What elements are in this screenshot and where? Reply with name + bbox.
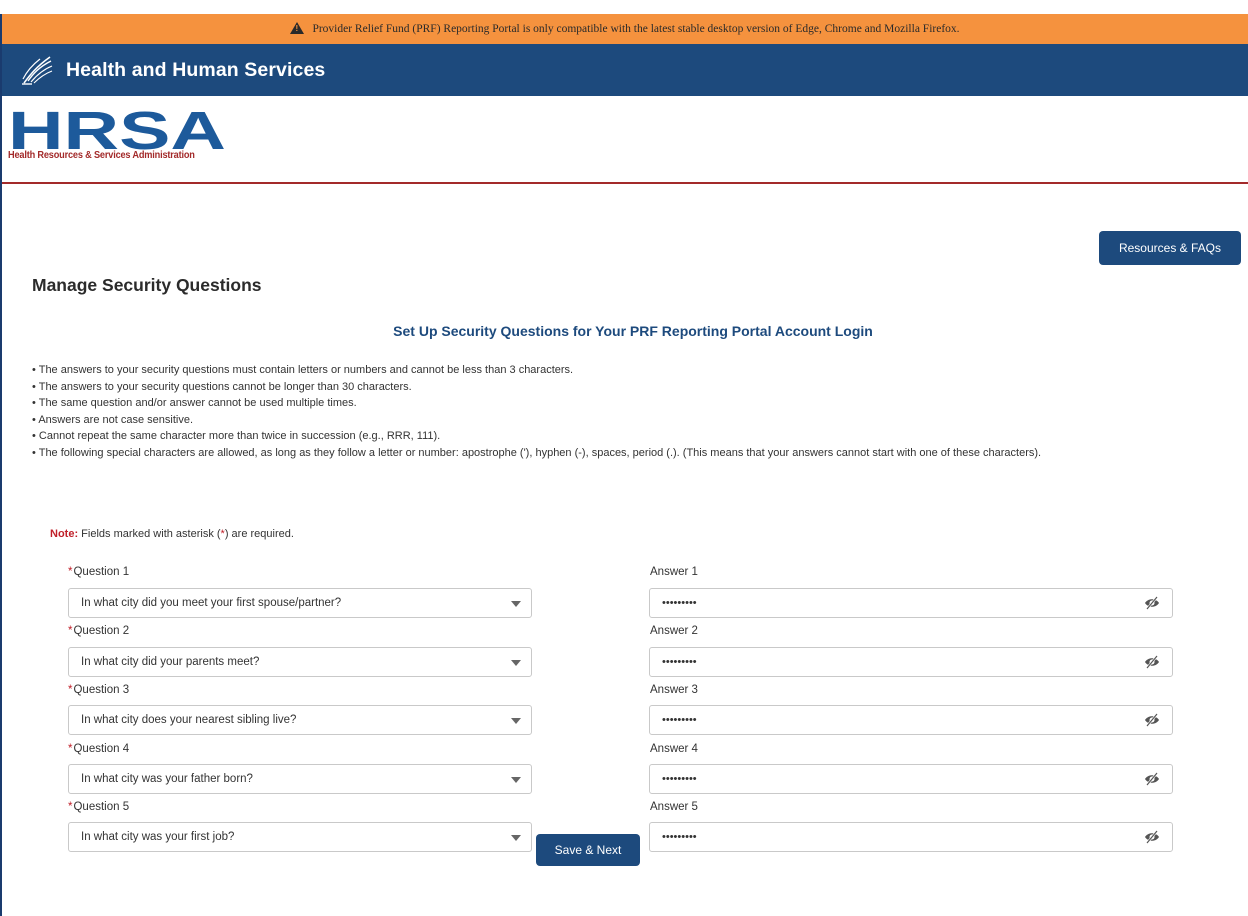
rule-item: The same question and/or answer cannot b… xyxy=(32,395,1212,412)
warning-triangle-icon xyxy=(290,22,305,34)
hrsa-header: HRSA Health Resources & Services Adminis… xyxy=(2,96,1248,184)
answer-1-value: ••••••••• xyxy=(662,597,697,609)
question-5-label: *Question 5 xyxy=(68,801,130,813)
answer-5-input[interactable]: ••••••••• xyxy=(649,822,1173,852)
required-marker: * xyxy=(68,743,73,755)
question-3-select[interactable]: In what city does your nearest sibling l… xyxy=(68,705,532,735)
answer-3-input[interactable]: ••••••••• xyxy=(649,705,1173,735)
hrsa-logo-text: HRSA xyxy=(8,106,226,152)
question-2-label: *Question 2 xyxy=(68,625,130,637)
answer-4-input[interactable]: ••••••••• xyxy=(649,764,1173,794)
hide-password-eye-icon[interactable] xyxy=(1144,596,1160,610)
rule-item: The answers to your security questions m… xyxy=(32,362,1212,379)
page-title: Manage Security Questions xyxy=(32,275,262,295)
answer-2-value: ••••••••• xyxy=(662,656,697,668)
hide-password-eye-icon[interactable] xyxy=(1144,655,1160,669)
hide-password-eye-icon[interactable] xyxy=(1144,713,1160,727)
question-4-label: *Question 4 xyxy=(68,743,130,755)
question-4-select[interactable]: In what city was your father born? xyxy=(68,764,532,794)
rule-item: The answers to your security questions c… xyxy=(32,379,1212,396)
question-5-select[interactable]: In what city was your first job? xyxy=(68,822,532,852)
resources-faqs-button[interactable]: Resources & FAQs xyxy=(1099,231,1241,265)
question-4-value: In what city was your father born? xyxy=(81,773,253,785)
rule-item: The following special characters are all… xyxy=(32,445,1212,462)
save-and-next-button[interactable]: Save & Next xyxy=(536,834,640,866)
note-text-after: ) are required. xyxy=(224,528,294,540)
dropdown-caret-icon xyxy=(511,777,521,783)
question-1-select[interactable]: In what city did you meet your first spo… xyxy=(68,588,532,618)
answer-3-value: ••••••••• xyxy=(662,714,697,726)
hide-password-eye-icon[interactable] xyxy=(1144,772,1160,786)
hhs-header-bar: Health and Human Services xyxy=(2,44,1248,96)
question-2-select[interactable]: In what city did your parents meet? xyxy=(68,647,532,677)
question-3-label: *Question 3 xyxy=(68,684,130,696)
dropdown-caret-icon xyxy=(511,660,521,666)
required-marker: * xyxy=(68,625,73,637)
answer-5-value: ••••••••• xyxy=(662,831,697,843)
hrsa-logo[interactable]: HRSA xyxy=(8,106,228,152)
required-marker: * xyxy=(68,684,73,696)
security-rules-list: The answers to your security questions m… xyxy=(32,362,1212,462)
dropdown-caret-icon xyxy=(511,718,521,724)
question-1-value: In what city did you meet your first spo… xyxy=(81,597,342,609)
hhs-title: Health and Human Services xyxy=(66,58,326,81)
required-fields-note: Note: Fields marked with asterisk (*) ar… xyxy=(50,528,294,540)
required-marker: * xyxy=(68,801,73,813)
hide-password-eye-icon[interactable] xyxy=(1144,830,1160,844)
section-title: Set Up Security Questions for Your PRF R… xyxy=(393,323,873,339)
answer-2-label: Answer 2 xyxy=(650,625,698,637)
answer-1-label: Answer 1 xyxy=(650,566,698,578)
hrsa-subtitle: Health Resources & Services Administrati… xyxy=(8,150,195,161)
answer-4-label: Answer 4 xyxy=(650,743,698,755)
answer-5-label: Answer 5 xyxy=(650,801,698,813)
answer-3-label: Answer 3 xyxy=(650,684,698,696)
browser-warning-banner: Provider Relief Fund (PRF) Reporting Por… xyxy=(2,14,1248,44)
answer-4-value: ••••••••• xyxy=(662,773,697,785)
required-marker: * xyxy=(68,566,73,578)
question-1-label: *Question 1 xyxy=(68,566,130,578)
hhs-eagle-logo-icon xyxy=(22,56,53,85)
note-text-before: Fields marked with asterisk ( xyxy=(81,528,221,540)
note-label: Note: xyxy=(50,528,79,540)
question-3-value: In what city does your nearest sibling l… xyxy=(81,714,297,726)
dropdown-caret-icon xyxy=(511,601,521,607)
answer-2-input[interactable]: ••••••••• xyxy=(649,647,1173,677)
answer-1-input[interactable]: ••••••••• xyxy=(649,588,1173,618)
browser-warning-text: Provider Relief Fund (PRF) Reporting Por… xyxy=(312,23,960,35)
rule-item: Answers are not case sensitive. xyxy=(32,412,1212,429)
rule-item: Cannot repeat the same character more th… xyxy=(32,428,1212,445)
dropdown-caret-icon xyxy=(511,835,521,841)
question-2-value: In what city did your parents meet? xyxy=(81,656,260,668)
question-5-value: In what city was your first job? xyxy=(81,831,235,843)
